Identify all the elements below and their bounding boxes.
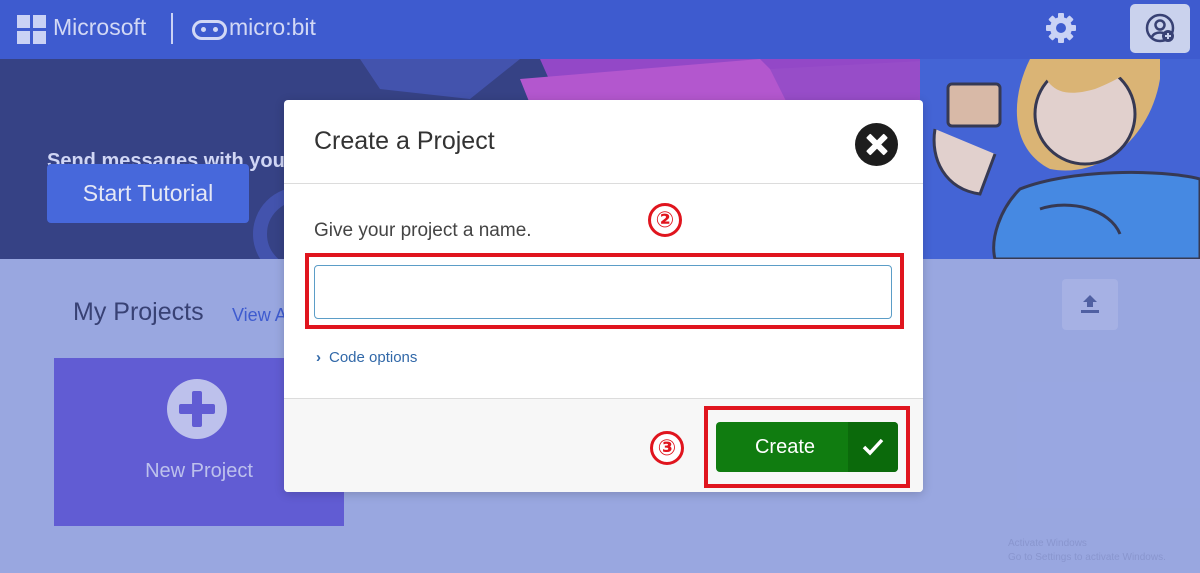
start-tutorial-button[interactable]: Start Tutorial (47, 164, 249, 223)
microsoft-brand-text[interactable]: Microsoft (53, 14, 146, 41)
watermark-line-2: Go to Settings to activate Windows. (1008, 552, 1166, 563)
microbit-logo-icon[interactable] (192, 20, 227, 40)
microsoft-logo-icon[interactable] (17, 15, 46, 44)
input-highlight-box (305, 253, 904, 329)
create-highlight-box (704, 406, 910, 488)
microbit-brand-text[interactable]: micro:bit (229, 14, 316, 41)
watermark-line-1: Activate Windows (1008, 538, 1087, 549)
step-3-marker: ③ (650, 431, 684, 465)
plus-circle-icon (167, 379, 227, 439)
code-options-toggle[interactable]: › Code options (316, 349, 417, 366)
user-add-icon (1145, 13, 1175, 43)
import-button[interactable] (1062, 279, 1118, 330)
gear-icon[interactable] (1043, 10, 1079, 46)
close-icon[interactable] (855, 123, 898, 166)
upload-icon (1081, 295, 1099, 313)
project-name-prompt: Give your project a name. (314, 220, 532, 241)
top-bar: Microsoft micro:bit (0, 0, 1200, 59)
chevron-right-icon: › (316, 349, 321, 366)
step-2-marker: ② (648, 203, 682, 237)
windows-activation-watermark: Activate Windows Go to Settings to activ… (1008, 537, 1166, 565)
brand-divider (171, 13, 173, 44)
code-options-label: Code options (329, 349, 418, 366)
my-projects-heading: My Projects (73, 298, 204, 326)
view-all-link[interactable]: View A (232, 305, 287, 326)
dialog-title: Create a Project (314, 127, 495, 155)
user-account-button[interactable] (1130, 4, 1190, 53)
dialog-header: Create a Project (284, 100, 923, 184)
